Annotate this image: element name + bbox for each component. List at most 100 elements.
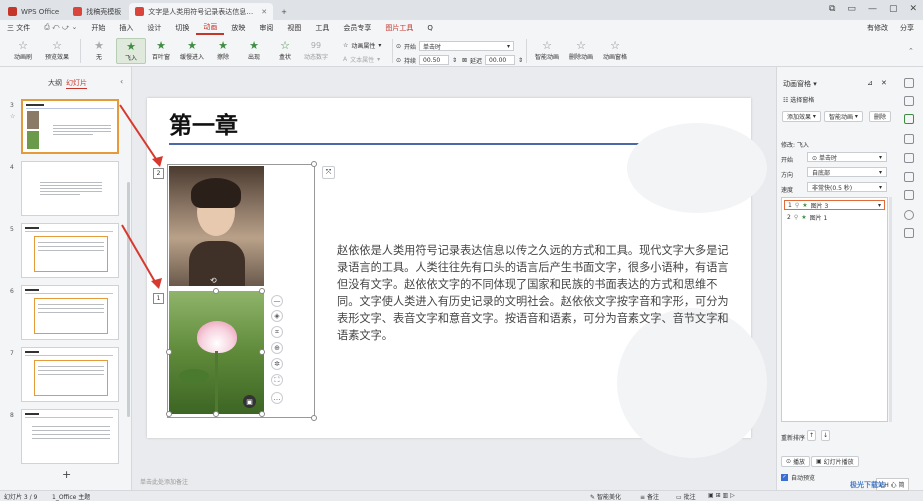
animation-list[interactable]: 1 ⚲ ★ 图片 3 ▾ 2 ⚲ ★ 图片 1 xyxy=(781,197,888,422)
menu-tools[interactable]: 工具 xyxy=(308,20,336,35)
resize-handle[interactable] xyxy=(213,288,219,294)
new-tab-button[interactable]: + xyxy=(275,3,293,20)
float-toolbar-icon[interactable]: ⤧ xyxy=(322,166,335,179)
menu-design[interactable]: 设计 xyxy=(140,20,168,35)
resize-handle[interactable] xyxy=(311,415,317,421)
select-pane-link[interactable]: ☷ 选择窗格 xyxy=(783,95,814,104)
resize-handle[interactable] xyxy=(166,411,172,417)
slide-thumb-8[interactable] xyxy=(21,409,119,464)
tab-wps-office[interactable]: WPS Office xyxy=(2,3,65,20)
maximize-icon[interactable]: ▢ xyxy=(889,4,898,14)
resize-handle[interactable] xyxy=(259,411,265,417)
view-buttons[interactable]: ▣ ⊞ ▥ ▷ xyxy=(708,492,735,499)
start-select[interactable]: 单击时 ▾ xyxy=(419,41,515,51)
slide-title[interactable]: 第一章 xyxy=(169,106,238,140)
close-pane-icon[interactable]: ✕ xyxy=(881,79,887,87)
restore-icon[interactable]: ⧉ xyxy=(829,4,835,14)
side-help-icon[interactable] xyxy=(904,210,914,220)
slide-thumb-7[interactable] xyxy=(21,347,119,402)
animation-item-1[interactable]: 1 ⚲ ★ 图片 3 ▾ xyxy=(784,200,885,210)
side-layout-icon[interactable] xyxy=(904,134,914,144)
tab-slides[interactable]: 幻灯片 xyxy=(66,78,87,89)
smart-anim-pane-button[interactable]: 智能动画 ▾ xyxy=(824,111,863,122)
menu-transition[interactable]: 切换 xyxy=(168,20,196,35)
autopreview-checkbox[interactable]: ✓ 自动预览 xyxy=(781,473,815,482)
speed-select[interactable]: 非常快(0.5 秒) ▾ xyxy=(807,182,887,192)
anim-pane-button[interactable]: ☆ 动画窗格 xyxy=(598,38,632,62)
slide-thumb-4[interactable] xyxy=(21,161,119,216)
add-effect-button[interactable]: 添加效果 ▾ xyxy=(782,111,821,122)
effect-appear[interactable]: ★ 出现 xyxy=(239,38,269,62)
move-down-icon[interactable]: ↓ xyxy=(821,430,830,441)
smart-anim-button[interactable]: ☆ 智能动画 xyxy=(530,38,564,62)
more-icon[interactable]: … xyxy=(271,392,283,404)
delete-anim-button[interactable]: ☆ 删除动画 xyxy=(564,38,598,62)
start-select[interactable]: ⊙ 单击时 ▾ xyxy=(807,152,887,162)
move-up-icon[interactable]: ↑ xyxy=(807,430,816,441)
side-copy-icon[interactable] xyxy=(904,153,914,163)
delete-button[interactable]: 删除 xyxy=(869,111,892,122)
menu-review[interactable]: 审阅 xyxy=(252,20,280,35)
list-scrollbar[interactable] xyxy=(889,197,892,422)
side-animation-icon[interactable] xyxy=(904,114,914,124)
collapse-tool-icon[interactable]: — xyxy=(271,295,283,307)
menu-slideshow[interactable]: 放映 xyxy=(224,20,252,35)
close-icon[interactable]: ✕ xyxy=(909,4,917,14)
crop-icon[interactable]: ⌗ xyxy=(271,326,283,338)
effect-slow-in[interactable]: ★ 缓慢进入 xyxy=(177,38,207,62)
add-slide-button[interactable]: + xyxy=(62,468,71,481)
pin-icon[interactable]: ⊿ xyxy=(867,79,873,87)
slide-thumb-6[interactable] xyxy=(21,285,119,340)
effect-box[interactable]: ☆ 盒状 xyxy=(270,38,300,62)
search-icon[interactable]: Q xyxy=(420,20,440,35)
chevron-down-icon[interactable]: ▾ xyxy=(878,202,881,209)
menu-home[interactable]: 开始 xyxy=(84,20,112,35)
menu-file[interactable]: 三 文件 xyxy=(0,20,37,35)
side-extra-icon[interactable] xyxy=(904,228,914,238)
animation-item-2[interactable]: 2 ⚲ ★ 图片 1 xyxy=(784,212,885,222)
minimize-icon[interactable]: — xyxy=(868,4,877,14)
effect-wipe[interactable]: ★ 擦除 xyxy=(208,38,238,62)
side-adjust-icon[interactable] xyxy=(904,96,914,106)
close-tab-icon[interactable]: ✕ xyxy=(261,8,267,16)
text-props-dropdown[interactable]: A 文本属性 ▾ xyxy=(343,55,380,64)
resize-handle[interactable] xyxy=(213,411,219,417)
fit-icon[interactable]: ⛶ xyxy=(271,374,283,386)
effect-blinds[interactable]: ★ 百叶窗 xyxy=(146,38,176,62)
stepper-icon[interactable]: ⇕ xyxy=(518,57,523,64)
tab-template[interactable]: 找稿壳模板 xyxy=(67,3,127,20)
resize-handle[interactable] xyxy=(311,161,317,167)
effect-none[interactable]: ★ 无 xyxy=(84,38,114,62)
effect-icon[interactable]: ✲ xyxy=(271,358,283,370)
effect-fly-in[interactable]: ★ 飞入 xyxy=(116,38,146,64)
menu-view[interactable]: 视图 xyxy=(280,20,308,35)
resize-handle[interactable] xyxy=(259,288,265,294)
notes-placeholder[interactable]: 单击此处添加备注 xyxy=(140,477,188,486)
zoom-icon[interactable]: ⊕ xyxy=(271,342,283,354)
side-shape-icon[interactable] xyxy=(904,172,914,182)
modified-indicator[interactable]: 有修改 xyxy=(860,20,895,35)
side-settings-icon[interactable] xyxy=(904,78,914,88)
anim-props-dropdown[interactable]: ☆ 动画属性 ▾ xyxy=(343,41,381,50)
quick-access-icons[interactable]: ⎙ ⤺ ⤻ ⌄ xyxy=(37,20,84,35)
menu-picture-tools[interactable]: 图片工具 xyxy=(378,20,420,35)
stepper-icon[interactable]: ⇕ xyxy=(452,57,457,64)
preview-effect-button[interactable]: ☆ 预览效果 xyxy=(42,38,72,62)
share-button[interactable]: 分享 xyxy=(893,20,921,35)
play-button[interactable]: ⊙ 播放 xyxy=(781,456,810,467)
direction-select[interactable]: 自底部 ▾ xyxy=(807,167,887,177)
tab-document[interactable]: 文字是人类用符号记录表达信息… ✕ xyxy=(129,3,274,20)
menu-insert[interactable]: 插入 xyxy=(112,20,140,35)
menu-member[interactable]: 会员专享 xyxy=(336,20,378,35)
layout-icon[interactable]: ▭ xyxy=(847,4,856,14)
collapse-ribbon-icon[interactable]: ⌃ xyxy=(908,47,914,55)
side-image-icon[interactable] xyxy=(904,190,914,200)
body-text[interactable]: 赵依依是人类用符号记录表达信息以传之久远的方式和工具。现代文字大多是记录语言的工… xyxy=(337,242,734,344)
slide-thumb-5[interactable] xyxy=(21,223,119,278)
tab-outline[interactable]: 大纲 xyxy=(48,78,62,88)
resize-handle[interactable] xyxy=(166,349,172,355)
slideshow-button[interactable]: ▣ 幻灯片播放 xyxy=(811,456,859,467)
resize-handle[interactable] xyxy=(259,349,265,355)
effect-dynamic-number[interactable]: 99 动态数字 xyxy=(301,38,331,62)
duration-input[interactable]: 00.50 xyxy=(419,55,450,65)
